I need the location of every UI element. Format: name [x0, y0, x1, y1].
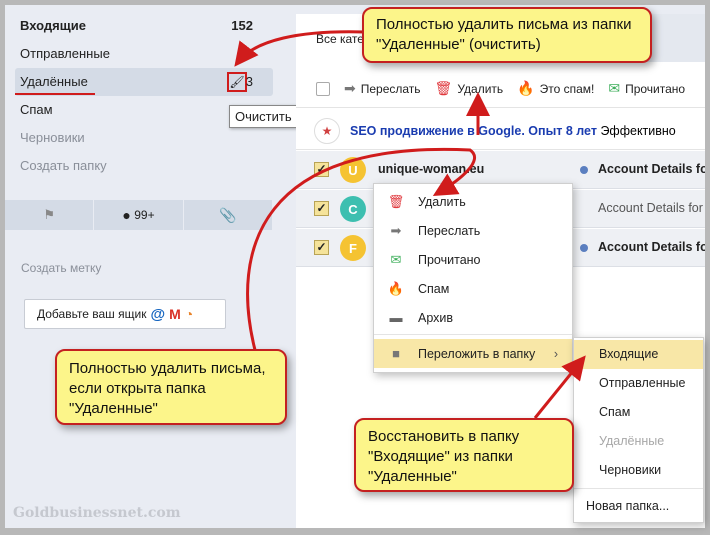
promo-subject: SEO продвижение в Google. Опыт 8 лет — [350, 123, 597, 138]
open-envelope-icon: ✉ — [390, 251, 402, 267]
spam-label: Это спам! — [539, 81, 595, 96]
submenu-spam[interactable]: Спам — [574, 398, 703, 427]
callout-clean-deleted: Полностью удалить письма из папки "Удале… — [362, 7, 652, 63]
folder-label: Отправленные — [20, 46, 110, 61]
delete-label: Удалить — [457, 81, 504, 96]
menu-item-delete[interactable]: 🗑 Удалить — [374, 187, 572, 216]
folder-spam[interactable]: Спам — [15, 96, 273, 124]
menu-label: Прочитано — [418, 252, 481, 267]
submenu-new-folder[interactable]: Новая папка... — [574, 492, 703, 521]
arrow-right-icon: ➡ — [390, 222, 402, 238]
row-checkbox[interactable]: ✓ — [314, 162, 329, 177]
avatar: U — [340, 157, 366, 183]
broom-clean-icon[interactable]: 🖌 — [227, 72, 247, 92]
delete-button[interactable]: 🗑 Удалить — [435, 80, 504, 97]
avatar: C — [340, 196, 366, 222]
menu-label: Переложить в папку — [418, 346, 536, 361]
create-folder-link[interactable]: Создать папку — [15, 152, 273, 180]
forward-label: Переслать — [360, 81, 421, 96]
context-menu: 🗑 Удалить ➡ Переслать ✉ Прочитано 🔥 Спам ▬ Ар… — [373, 183, 573, 373]
folder-label: Создать папку — [20, 158, 107, 173]
filter-flagged[interactable]: ⚑ — [5, 200, 95, 230]
submenu-divider — [574, 488, 703, 489]
move-to-submenu: Входящие Отправленные Спам Удалённые Чер… — [573, 337, 704, 523]
fire-icon: 🔥 — [387, 280, 405, 296]
folder-count: 3 — [245, 74, 253, 89]
forward-button[interactable]: ➡ Переслать — [344, 80, 421, 97]
rambler-icon: ◔ — [184, 306, 194, 322]
dot-icon: ● — [122, 207, 131, 223]
trash-icon: 🗑 — [434, 80, 453, 96]
open-envelope-icon: ✉ — [608, 80, 621, 96]
callout-restore-to-inbox: Восстановить в папку "Входящие" из папки… — [354, 418, 574, 492]
submenu-drafts[interactable]: Черновики — [574, 456, 703, 485]
menu-item-archive[interactable]: ▬ Архив — [374, 303, 572, 332]
sender: unique-woman.eu — [378, 162, 485, 176]
menu-label: Архив — [418, 310, 454, 325]
callout-delete-permanently: Полностью удалить письма, если открыта п… — [55, 349, 287, 425]
filter-attachments[interactable]: 📎 — [184, 200, 273, 230]
chevron-right-icon: › — [553, 346, 558, 361]
subject: Account Details for — [598, 162, 705, 176]
menu-label: Переслать — [418, 223, 481, 238]
filter-unread[interactable]: ● 99+ — [94, 200, 184, 230]
folder-label: Удалённые — [20, 74, 88, 89]
subject: Account Details for — [598, 240, 705, 254]
folder-drafts[interactable]: Черновики — [15, 124, 273, 152]
select-all-checkbox[interactable] — [316, 81, 330, 96]
menu-label: Спам — [418, 281, 450, 296]
folder-label: Спам — [20, 102, 53, 117]
trash-icon: 🗑 — [387, 193, 405, 209]
star-icon[interactable]: ★ — [314, 117, 340, 144]
folder-inbox[interactable]: Входящие 152 — [15, 12, 273, 40]
filter-bar: ⚑ ● 99+ 📎 — [5, 200, 273, 230]
folder-icon: ■ — [392, 346, 400, 361]
folder-label: Черновики — [20, 130, 85, 145]
menu-item-spam[interactable]: 🔥 Спам — [374, 274, 572, 303]
unread-dot-icon[interactable] — [580, 166, 588, 174]
mark-read-button[interactable]: ✉ Прочитано — [608, 80, 685, 97]
menu-item-move-to-folder[interactable]: ■ Переложить в папку › — [374, 339, 572, 368]
menu-item-read[interactable]: ✉ Прочитано — [374, 245, 572, 274]
add-mailbox-button[interactable]: Добавьте ваш ящик @ M ◔ — [24, 299, 226, 329]
promo-row[interactable]: ★ SEO продвижение в Google. Опыт 8 лет Э… — [296, 112, 705, 150]
create-label-link[interactable]: Создать метку — [21, 261, 101, 275]
menu-divider — [374, 334, 572, 335]
submenu-sent[interactable]: Отправленные — [574, 369, 703, 398]
sidebar: Входящие 152 Отправленные Удалённые 🖌 3 … — [5, 5, 298, 528]
spam-button[interactable]: 🔥 Это спам! — [517, 80, 594, 97]
toolbar: ➡ Переслать 🗑 Удалить 🔥 Это спам! ✉ Прочитан… — [296, 70, 705, 108]
read-label: Прочитано — [625, 81, 686, 96]
row-checkbox[interactable]: ✓ — [314, 240, 329, 255]
promo-preview: Эффективно — [600, 123, 676, 138]
arrow-right-icon: ➡ — [344, 80, 356, 96]
paperclip-icon: 📎 — [219, 206, 237, 223]
watermark: Goldbusinessnet.com — [13, 505, 181, 521]
fire-icon: 🔥 — [517, 80, 535, 96]
folder-sent[interactable]: Отправленные — [15, 40, 273, 68]
gmail-icon: M — [169, 306, 181, 322]
folder-deleted[interactable]: Удалённые 🖌 3 — [15, 68, 273, 96]
avatar: F — [340, 235, 366, 261]
menu-item-forward[interactable]: ➡ Переслать — [374, 216, 572, 245]
menu-label: Удалить — [418, 194, 466, 209]
row-checkbox[interactable]: ✓ — [314, 201, 329, 216]
add-mailbox-label: Добавьте ваш ящик — [37, 307, 147, 321]
folder-count: 152 — [231, 18, 253, 33]
unread-dot-icon[interactable] — [580, 244, 588, 252]
subject: Account Details for — [598, 201, 703, 215]
at-icon: @ — [150, 305, 166, 323]
unread-count: 99+ — [134, 208, 155, 222]
highlight-underline — [15, 93, 95, 95]
submenu-inbox[interactable]: Входящие — [574, 340, 703, 369]
archive-icon: ▬ — [389, 310, 403, 325]
flag-icon: ⚑ — [43, 207, 55, 222]
submenu-deleted: Удалённые — [599, 434, 665, 448]
folder-label: Входящие — [20, 18, 86, 33]
